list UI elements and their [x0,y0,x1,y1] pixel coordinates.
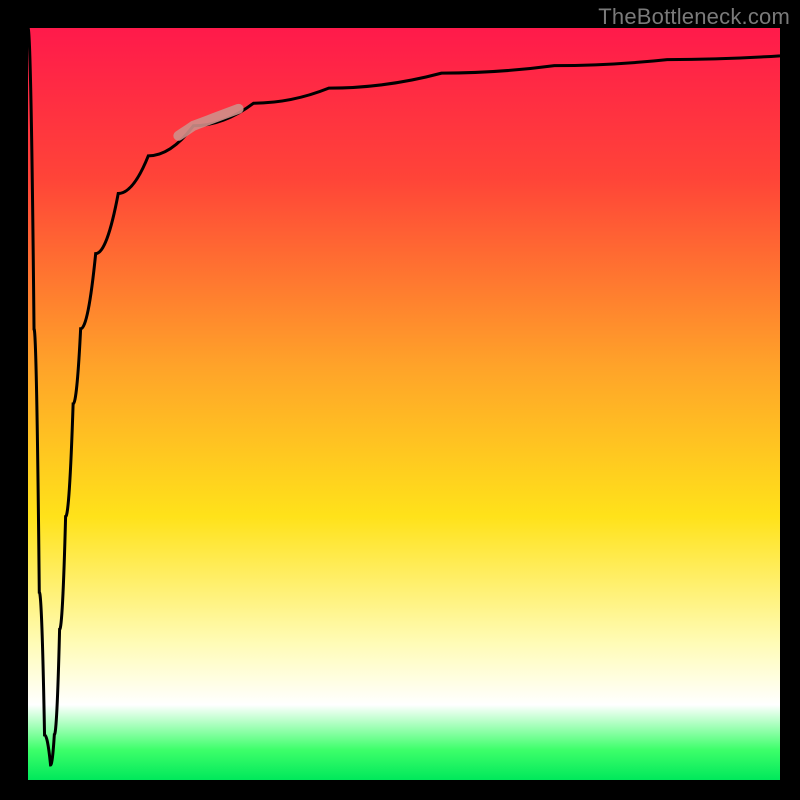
bottleneck-chart [28,28,780,780]
watermark-label: TheBottleneck.com [598,4,790,30]
chart-frame: TheBottleneck.com [0,0,800,800]
gradient-background [28,28,780,780]
